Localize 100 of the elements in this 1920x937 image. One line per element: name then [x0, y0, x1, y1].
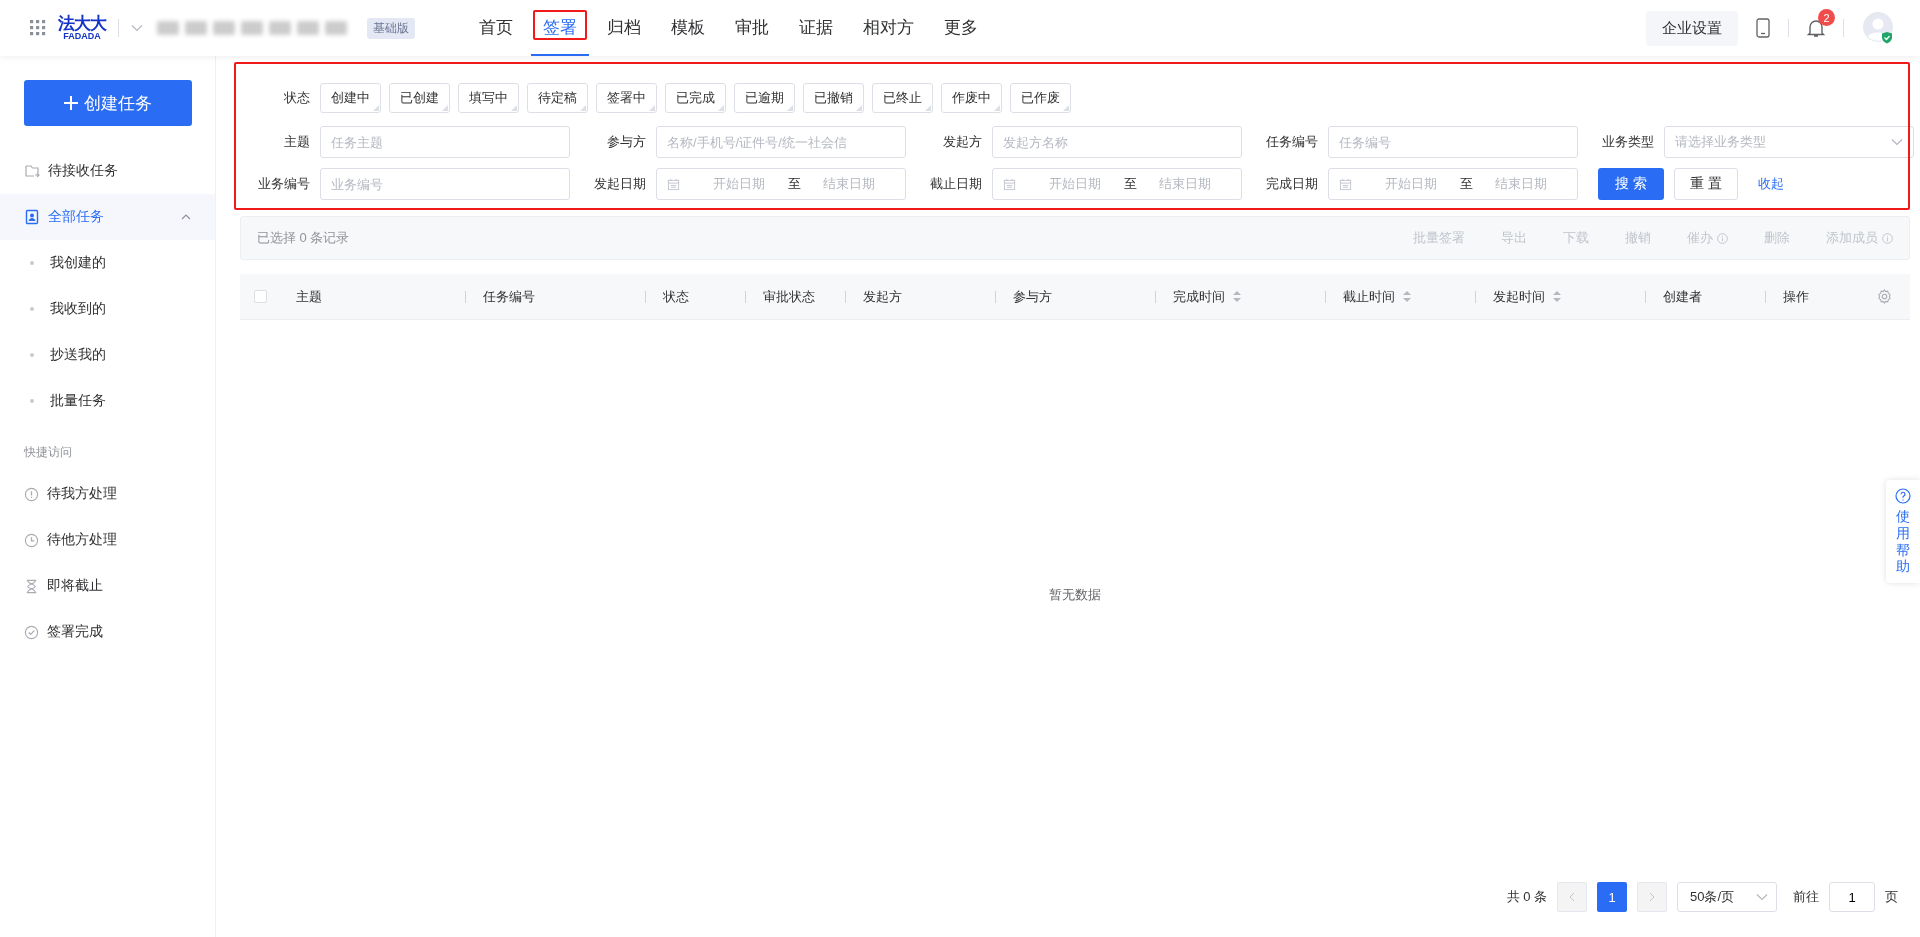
- calendar-icon: [1003, 177, 1016, 191]
- avatar[interactable]: [1862, 11, 1896, 45]
- app-grid-icon[interactable]: [30, 20, 46, 36]
- chevron-left-icon: [1569, 892, 1575, 902]
- next-page-button[interactable]: [1637, 882, 1667, 912]
- bell-icon[interactable]: [1807, 18, 1825, 38]
- field-label: 任务编号: [1265, 133, 1319, 151]
- sidebar-item[interactable]: 待接收任务: [0, 148, 215, 194]
- sidebar-subitem[interactable]: 抄送我的: [0, 332, 215, 378]
- page-size-select[interactable]: 50条/页: [1677, 882, 1777, 912]
- sidebar-subitem[interactable]: 批量任务: [0, 378, 215, 424]
- sidebar-subitem[interactable]: 我收到的: [0, 286, 215, 332]
- total-count: 共 0 条: [1506, 888, 1547, 906]
- input-field[interactable]: 任务编号: [1328, 126, 1578, 158]
- status-filter-chip[interactable]: 签署中: [596, 83, 657, 113]
- nav-tab[interactable]: 更多: [932, 0, 990, 56]
- quick-link[interactable]: 即将截止: [0, 563, 215, 609]
- field-label: 状态: [283, 89, 311, 107]
- chevron-down-icon: [1891, 138, 1903, 146]
- date-range-field[interactable]: 开始日期 至 结束日期: [992, 168, 1242, 200]
- page-input[interactable]: 1: [1829, 882, 1875, 912]
- nav-tab[interactable]: 审批: [723, 0, 781, 56]
- goto-label: 前往: [1793, 888, 1819, 906]
- sidebar-subitem[interactable]: 我创建的: [0, 240, 215, 286]
- column-header: 状态: [663, 287, 689, 306]
- sidebar-item[interactable]: 全部任务: [0, 194, 215, 240]
- alert-icon: [24, 486, 39, 502]
- document-icon: [24, 209, 40, 225]
- select-all-checkbox[interactable]: [253, 290, 267, 303]
- search-button[interactable]: 搜 索: [1598, 168, 1664, 200]
- field-label: 截止日期: [929, 175, 983, 193]
- nav-tab[interactable]: 签署: [531, 0, 589, 56]
- notification-count: 2: [1818, 9, 1835, 26]
- input-field[interactable]: 任务主题: [320, 126, 570, 158]
- field-label: 主题: [283, 133, 311, 151]
- nav-tab[interactable]: 证据: [787, 0, 845, 56]
- field-label: 业务编号: [257, 175, 311, 193]
- date-range-field[interactable]: 开始日期 至 结束日期: [1328, 168, 1578, 200]
- empty-message: 暂无数据: [1049, 585, 1101, 604]
- phone-icon[interactable]: [1756, 18, 1770, 38]
- status-filter-chip[interactable]: 已逾期: [734, 83, 795, 113]
- status-filter-chip[interactable]: 已撤销: [803, 83, 864, 113]
- settings-icon[interactable]: [1877, 289, 1892, 304]
- plus-icon: [64, 96, 78, 110]
- field-label: 发起方: [942, 133, 983, 151]
- collapse-link[interactable]: 收起: [1758, 175, 1784, 193]
- edition-badge: 基础版: [367, 17, 415, 39]
- column-header: 创建者: [1663, 287, 1702, 306]
- help-icon: [1895, 488, 1911, 504]
- logo: 法大大 FADADA: [58, 15, 106, 41]
- status-filter-chip[interactable]: 已完成: [665, 83, 726, 113]
- field-label: 参与方: [606, 133, 647, 151]
- column-header: 操作: [1783, 287, 1809, 306]
- previous-page-button[interactable]: [1557, 882, 1587, 912]
- calendar-icon: [667, 177, 680, 191]
- create-task-button[interactable]: 创建任务: [24, 80, 192, 126]
- sort-icon[interactable]: [1553, 291, 1561, 302]
- field-label: 完成日期: [1265, 175, 1319, 193]
- chevron-down-icon: [1756, 893, 1768, 901]
- status-filter-chip[interactable]: 待定稿: [527, 83, 588, 113]
- column-header: 发起时间: [1493, 287, 1545, 306]
- info-icon: [1882, 232, 1893, 244]
- sort-icon[interactable]: [1233, 291, 1241, 302]
- hourglass-icon: [24, 578, 39, 594]
- settings-button[interactable]: 企业设置: [1646, 10, 1738, 46]
- quick-link[interactable]: 签署完成: [0, 609, 215, 655]
- clock-icon: [24, 532, 39, 548]
- help-tab[interactable]: 使用帮助: [1886, 480, 1920, 584]
- column-header: 任务编号: [483, 287, 535, 306]
- calendar-icon: [1339, 177, 1352, 191]
- selection-count: 已选择 0 条记录: [257, 229, 350, 247]
- section-title: 快捷访问: [23, 444, 73, 461]
- quick-link[interactable]: 待他方处理: [0, 517, 215, 563]
- sort-icon[interactable]: [1403, 291, 1411, 302]
- nav-tab[interactable]: 模板: [659, 0, 717, 56]
- folder-icon: [24, 163, 40, 179]
- info-icon: [1717, 232, 1728, 244]
- status-filter-chip[interactable]: 填写中: [458, 83, 519, 113]
- status-filter-chip[interactable]: 已终止: [872, 83, 933, 113]
- quick-link[interactable]: 待我方处理: [0, 471, 215, 517]
- input-field[interactable]: 业务编号: [320, 168, 570, 200]
- status-filter-chip[interactable]: 作废中: [941, 83, 1002, 113]
- page-button[interactable]: 1: [1597, 882, 1627, 912]
- nav-tab[interactable]: 归档: [595, 0, 653, 56]
- reset-button[interactable]: 重 置: [1674, 168, 1738, 200]
- column-header: 截止时间: [1343, 287, 1395, 306]
- page-suffix: 页: [1885, 888, 1898, 906]
- input-field[interactable]: 发起方名称: [992, 126, 1242, 158]
- chevron-down-icon: [131, 24, 143, 32]
- check-circle-icon: [24, 624, 39, 640]
- status-filter-chip[interactable]: 已作废: [1010, 83, 1071, 113]
- date-range-field[interactable]: 开始日期 至 结束日期: [656, 168, 906, 200]
- column-header: 主题: [296, 287, 322, 306]
- column-header: 完成时间: [1173, 287, 1225, 306]
- nav-tab[interactable]: 相对方: [851, 0, 926, 56]
- column-header: 参与方: [1013, 287, 1052, 306]
- column-header: 审批状态: [763, 287, 815, 306]
- status-filter-chip[interactable]: 已创建: [389, 83, 450, 113]
- nav-tab[interactable]: 首页: [467, 0, 525, 56]
- status-filter-chip[interactable]: 创建中: [320, 83, 381, 113]
